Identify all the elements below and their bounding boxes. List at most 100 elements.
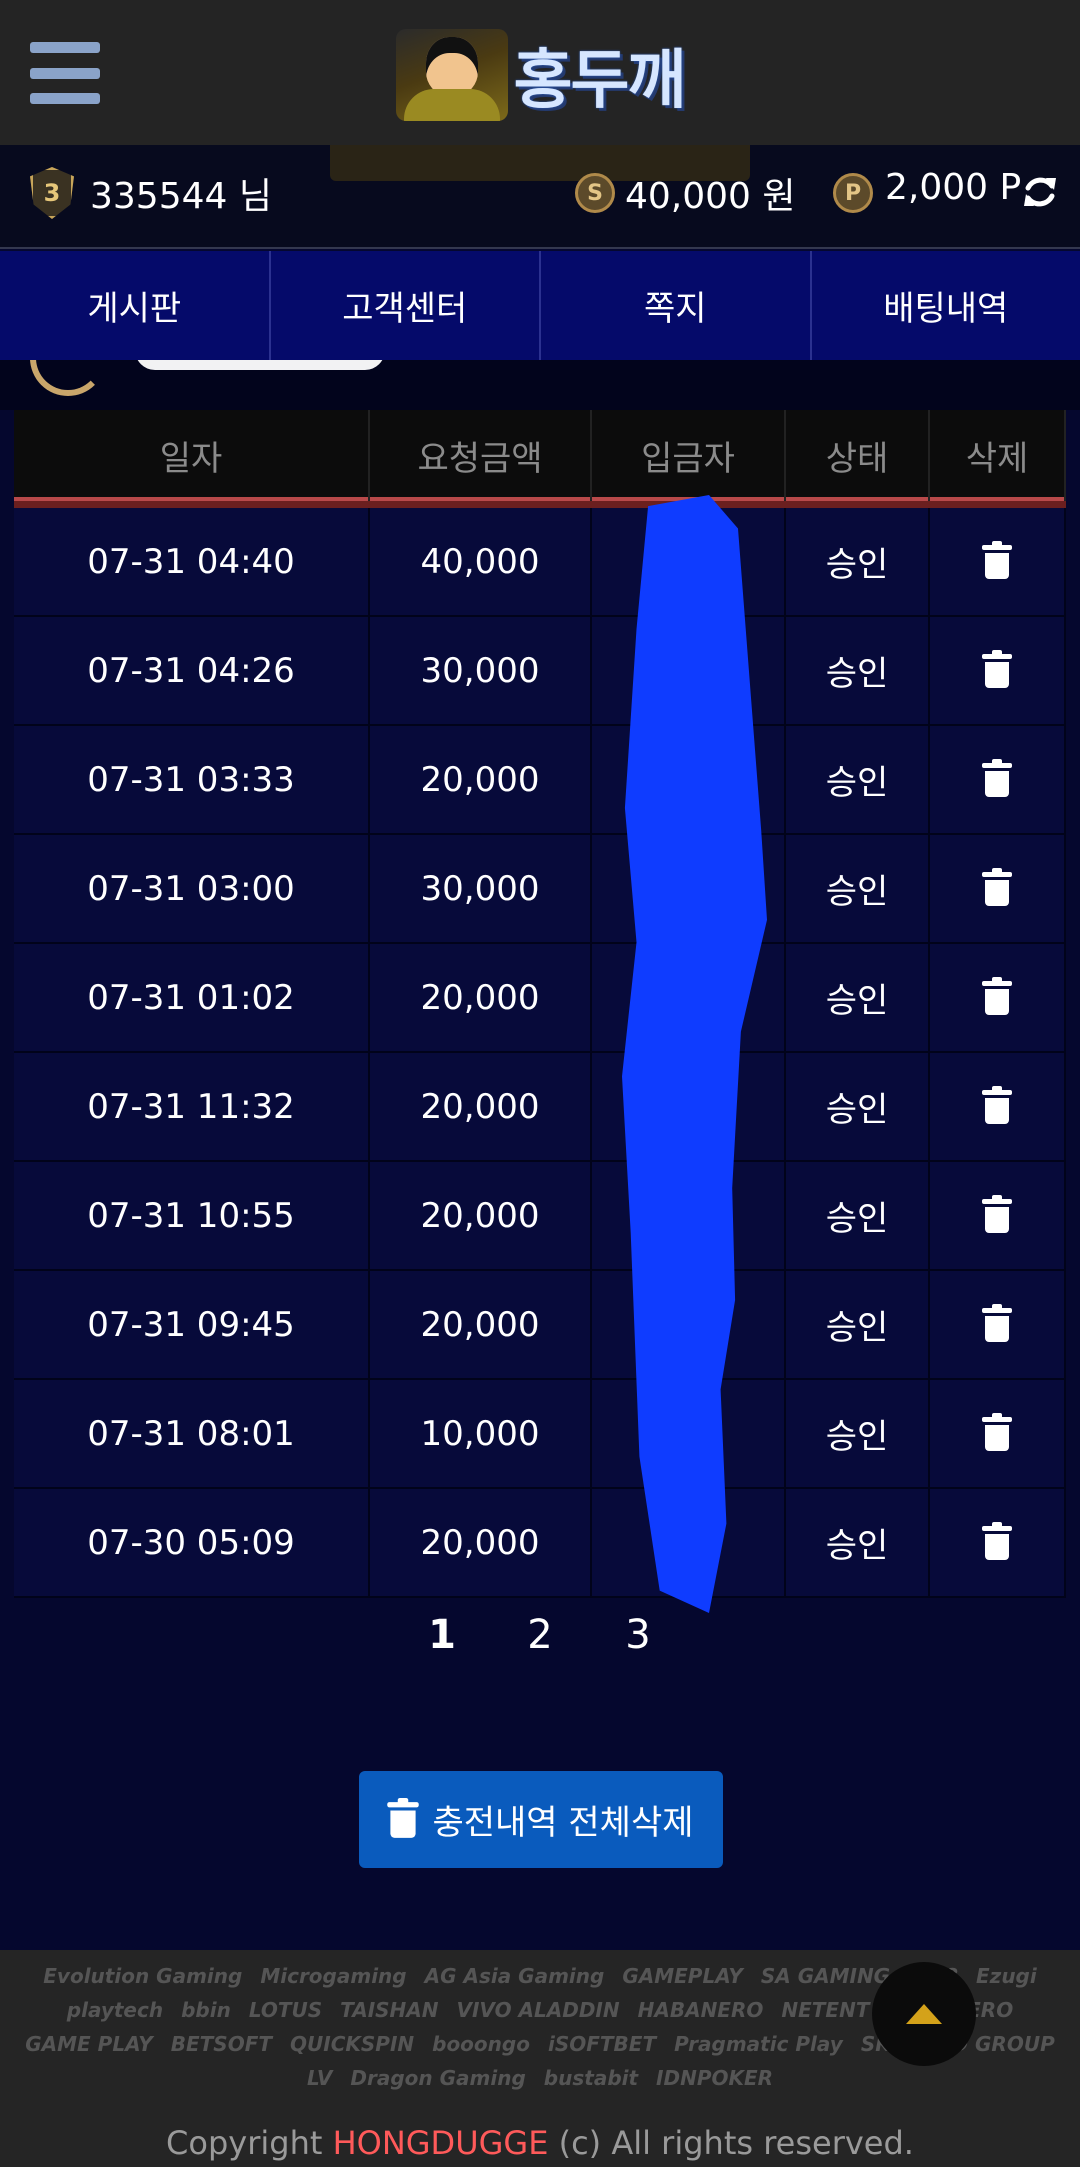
scroll-to-top-button[interactable] — [872, 1962, 976, 2066]
row-delete-button[interactable] — [930, 1271, 1066, 1378]
row-date: 07-31 09:45 — [14, 1271, 370, 1378]
trash-icon — [982, 1303, 1012, 1342]
row-status: 승인 — [786, 1489, 930, 1596]
provider-logo: Evolution Gaming — [43, 1964, 243, 1988]
provider-logo: playtech — [66, 1998, 164, 2022]
level-badge-icon: 3 — [30, 167, 74, 219]
tab-board[interactable]: 게시판 — [0, 251, 271, 360]
table-row: 07-31 08:01 10,000 승인 — [14, 1380, 1066, 1489]
logo-mascot-image — [395, 28, 508, 121]
provider-logo: Ezugi — [976, 1964, 1037, 1988]
row-date: 07-31 01:02 — [14, 944, 370, 1051]
page-link[interactable]: 2 — [520, 1612, 560, 1676]
point-coin-icon: P — [833, 173, 873, 213]
trash-icon — [982, 976, 1012, 1015]
top-bar: 홍두깨 — [0, 0, 1080, 145]
header-date: 일자 — [14, 410, 370, 501]
table-header: 일자 요청금액 입금자 상태 삭제 — [14, 410, 1066, 508]
provider-logo: Pragmatic Play — [674, 2032, 843, 2056]
header-depositor: 입금자 — [592, 410, 786, 501]
row-amount: 20,000 — [370, 726, 592, 833]
row-delete-button[interactable] — [930, 835, 1066, 942]
row-status: 승인 — [786, 944, 930, 1051]
provider-logo: GAMEPLAY — [622, 1964, 743, 1988]
trash-icon — [387, 1797, 420, 1838]
row-amount: 30,000 — [370, 617, 592, 724]
trash-icon — [982, 1521, 1012, 1560]
trash-icon — [982, 1412, 1012, 1451]
table-row: 07-31 04:40 40,000 승인 — [14, 508, 1066, 617]
row-amount: 20,000 — [370, 944, 592, 1051]
row-amount: 10,000 — [370, 1380, 592, 1487]
pagination: 1 2 3 — [0, 1612, 1080, 1676]
table-row: 07-31 09:45 20,000 승인 — [14, 1271, 1066, 1380]
tab-messages[interactable]: 쪽지 — [541, 251, 812, 360]
provider-logo: bustabit — [543, 2066, 639, 2090]
row-delete-button[interactable] — [930, 1380, 1066, 1487]
delete-all-label: 충전내역 전체삭제 — [432, 1803, 694, 1843]
row-status: 승인 — [786, 835, 930, 942]
row-status: 승인 — [786, 1271, 930, 1378]
row-status: 승인 — [786, 1162, 930, 1269]
section-title-clipped — [0, 360, 1080, 410]
trash-icon — [982, 758, 1012, 797]
row-status: 승인 — [786, 1053, 930, 1160]
provider-logo: BETSOFT — [170, 2032, 273, 2056]
money-balance: 40,000 원 — [625, 176, 796, 217]
page-link[interactable]: 1 — [422, 1612, 462, 1676]
header-delete: 삭제 — [930, 410, 1066, 501]
provider-logo: iSOFTBET — [547, 2032, 657, 2056]
header-status: 상태 — [786, 410, 930, 501]
provider-logo: QUICKSPIN — [290, 2032, 415, 2056]
row-amount: 20,000 — [370, 1271, 592, 1378]
table-row: 07-31 10:55 20,000 승인 — [14, 1162, 1066, 1271]
row-status: 승인 — [786, 726, 930, 833]
provider-logo: TAISHAN — [340, 1998, 439, 2022]
row-amount: 30,000 — [370, 835, 592, 942]
user-id[interactable]: 335544 님 — [90, 167, 272, 219]
provider-logo: booongo — [432, 2032, 530, 2056]
row-delete-button[interactable] — [930, 1053, 1066, 1160]
page-link[interactable]: 3 — [618, 1612, 658, 1676]
row-amount: 20,000 — [370, 1489, 592, 1596]
row-date: 07-31 11:32 — [14, 1053, 370, 1160]
section-title-partial — [135, 360, 385, 370]
row-delete-button[interactable] — [930, 944, 1066, 1051]
row-date: 07-30 05:09 — [14, 1489, 370, 1596]
row-status: 승인 — [786, 508, 930, 615]
row-delete-button[interactable] — [930, 617, 1066, 724]
tab-betting-history[interactable]: 배팅내역 — [812, 251, 1080, 360]
trash-icon — [982, 649, 1012, 688]
deposit-history-table: 일자 요청금액 입금자 상태 삭제 07-31 04:40 40,000 승인 … — [14, 410, 1066, 1598]
hamburger-icon[interactable] — [30, 42, 100, 104]
tab-customer-center[interactable]: 고객센터 — [271, 251, 541, 360]
table-row: 07-31 11:32 20,000 승인 — [14, 1053, 1066, 1162]
row-delete-button[interactable] — [930, 726, 1066, 833]
row-amount: 20,000 — [370, 1162, 592, 1269]
trash-icon — [982, 1194, 1012, 1233]
row-delete-button[interactable] — [930, 508, 1066, 615]
account-info-bar: 3 335544 님 40,000 원 2,000 P — [0, 145, 1080, 249]
provider-logo: LOTUS — [248, 1998, 323, 2022]
provider-logo: bbin — [181, 1998, 231, 2022]
row-delete-button[interactable] — [930, 1162, 1066, 1269]
table-row: 07-31 01:02 20,000 승인 — [14, 944, 1066, 1053]
table-row: 07-31 04:26 30,000 승인 — [14, 617, 1066, 726]
provider-logo: Dragon Gaming — [350, 2066, 526, 2090]
table-row: 07-30 05:09 20,000 승인 — [14, 1489, 1066, 1598]
copyright-text: Copyright HONGDUGGE (c) All rights reser… — [0, 2124, 1080, 2162]
row-date: 07-31 08:01 — [14, 1380, 370, 1487]
row-delete-button[interactable] — [930, 1489, 1066, 1596]
refresh-icon[interactable] — [1020, 172, 1060, 212]
provider-logo: LV — [306, 2066, 333, 2090]
delete-all-history-button[interactable]: 충전내역 전체삭제 — [359, 1771, 723, 1868]
point-balance: 2,000 P — [885, 167, 1022, 208]
provider-logo: GAME PLAY — [25, 2032, 153, 2056]
provider-logo: IDNPOKER — [656, 2066, 774, 2090]
trash-icon — [982, 1085, 1012, 1124]
site-logo[interactable]: 홍두깨 — [395, 28, 686, 121]
table-row: 07-31 03:33 20,000 승인 — [14, 726, 1066, 835]
header-amount: 요청금액 — [370, 410, 592, 501]
provider-logo: VIVO ALADDIN — [456, 1998, 620, 2022]
row-status: 승인 — [786, 617, 930, 724]
